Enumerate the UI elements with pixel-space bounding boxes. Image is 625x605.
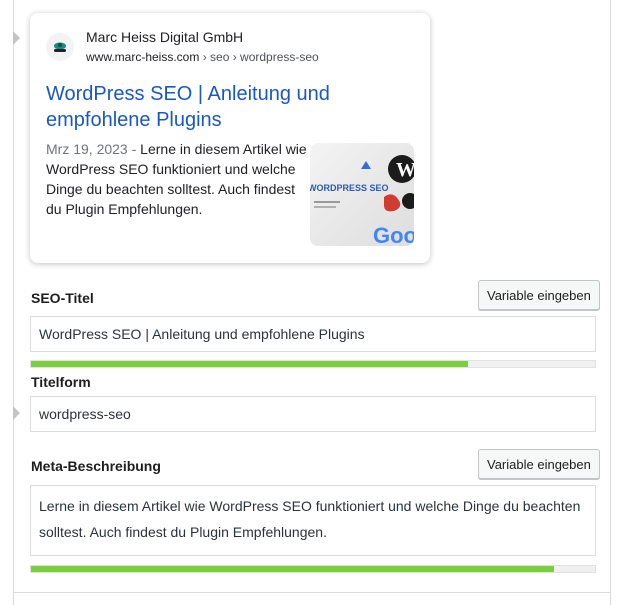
meta-description-progress (30, 565, 596, 573)
seo-title-progress (30, 360, 596, 368)
seo-title-progress-fill (31, 361, 468, 367)
seo-title-label: SEO-Titel (31, 290, 94, 306)
svg-text:W: W (396, 159, 414, 181)
result-date: Mrz 19, 2023 (46, 141, 128, 157)
panel-divider (13, 592, 611, 593)
result-title-link[interactable]: WordPress SEO | Anleitung und empfohlene… (46, 81, 346, 133)
seo-title-variable-button[interactable]: Variable eingeben (478, 280, 600, 310)
thumbnail-logo: Goo (373, 223, 414, 246)
collapse-arrow-icon[interactable] (13, 31, 20, 45)
url-path: › seo › wordpress-seo (199, 50, 319, 64)
site-name: Marc Heiss Digital GmbH (86, 29, 244, 45)
site-favicon-icon (46, 33, 74, 61)
date-separator: - (127, 141, 141, 157)
slug-label: Titelform (31, 374, 91, 390)
meta-description-progress-fill (31, 566, 555, 572)
url-domain: www.marc-heiss.com (86, 50, 200, 64)
seo-title-input[interactable]: WordPress SEO | Anleitung und empfohlene… (30, 316, 596, 352)
slug-arrow-icon (13, 406, 20, 420)
result-snippet: Mrz 19, 2023 - Lerne in diesem Artikel w… (46, 139, 308, 219)
thumbnail-caption: WORDPRESS SEO (310, 183, 389, 193)
site-url: www.marc-heiss.com › seo › wordpress-seo (86, 50, 319, 64)
meta-description-variable-button[interactable]: Variable eingeben (478, 449, 600, 479)
meta-description-textarea[interactable]: Lerne in diesem Artikel wie WordPress SE… (30, 485, 596, 556)
result-thumbnail: W WORDPRESS SEO Goo (310, 143, 414, 246)
slug-input[interactable]: wordpress-seo (30, 396, 596, 432)
google-preview-card: Marc Heiss Digital GmbH www.marc-heiss.c… (30, 13, 430, 263)
meta-description-label: Meta-Beschreibung (31, 458, 161, 474)
